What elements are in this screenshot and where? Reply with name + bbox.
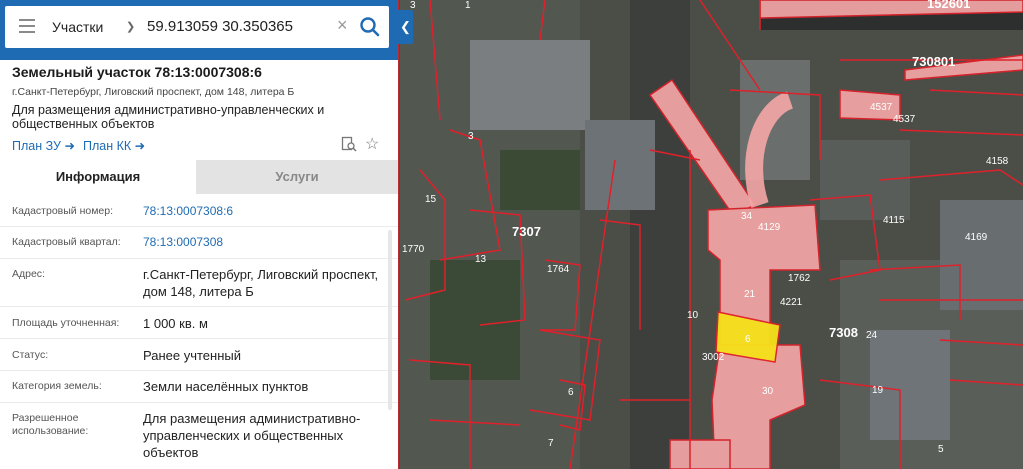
arrow-right-icon: ➜ bbox=[134, 139, 146, 153]
document-search-icon[interactable] bbox=[341, 136, 357, 152]
quarter-label: 7307 bbox=[512, 224, 541, 239]
detail-label: Разрешенное использование: bbox=[12, 412, 88, 438]
detail-row-permitted-use: Разрешенное использование: Для размещени… bbox=[0, 403, 398, 469]
parcel-label: 4537 bbox=[870, 102, 893, 113]
arrow-right-icon: ➜ bbox=[64, 139, 75, 153]
detail-label: Кадастровый номер: bbox=[12, 205, 114, 217]
search-box: Участки ❯ 59.913059 30.350365 × bbox=[5, 6, 389, 48]
star-icon[interactable]: ☆ bbox=[365, 134, 379, 154]
parcel-label: 6 bbox=[745, 334, 751, 345]
hamburger-menu-icon[interactable] bbox=[19, 19, 35, 33]
parcel-label: 1764 bbox=[547, 264, 570, 275]
parcel-label: 4129 bbox=[758, 222, 781, 233]
object-address: г.Санкт-Петербург, Лиговский проспект, д… bbox=[12, 86, 295, 98]
search-bar: Участки ❯ 59.913059 30.350365 × bbox=[0, 0, 398, 60]
parcel-label: 4158 bbox=[986, 156, 1009, 167]
quarter-label: 7308 bbox=[829, 325, 858, 340]
parcel-label: 3 bbox=[468, 131, 474, 142]
status-value: Ранее учтенный bbox=[143, 348, 241, 363]
detail-row-status: Статус: Ранее учтенный bbox=[0, 339, 398, 371]
building-roof bbox=[940, 200, 1023, 310]
parcel-label: 21 bbox=[744, 289, 756, 300]
building-roof bbox=[585, 120, 655, 210]
search-input[interactable]: 59.913059 30.350365 bbox=[147, 18, 293, 35]
tree-area bbox=[500, 150, 580, 210]
detail-label-line: использование: bbox=[12, 425, 89, 437]
permitted-use-line: управленческих и общественных bbox=[143, 428, 344, 443]
address-line: г.Санкт-Петербург, Лиговский проспект, bbox=[143, 267, 379, 282]
detail-label: Категория земель: bbox=[12, 380, 102, 392]
purpose-line: Для размещения административно-управленч… bbox=[12, 103, 325, 117]
parcel-label: 5 bbox=[938, 444, 944, 455]
area-value: 1 000 кв. м bbox=[143, 316, 208, 331]
tab-services[interactable]: Услуги bbox=[196, 160, 398, 194]
detail-label-line: Разрешенное bbox=[12, 412, 79, 424]
address-value: г.Санкт-Петербург, Лиговский проспект, д… bbox=[143, 266, 391, 300]
plan-zu-link[interactable]: План ЗУ ➜ bbox=[12, 138, 75, 153]
parcel-label: 3002 bbox=[702, 352, 725, 363]
chevron-left-icon: ❮ bbox=[400, 19, 411, 34]
permitted-use-value: Для размещения административно- управлен… bbox=[143, 410, 391, 461]
plan-zu-label: План ЗУ bbox=[12, 139, 61, 153]
parcel-label: 1 bbox=[465, 0, 471, 11]
land-category-value: Земли населённых пунктов bbox=[143, 379, 309, 394]
parcel-label: 6 bbox=[568, 387, 574, 398]
detail-label: Адрес: bbox=[12, 268, 45, 280]
search-icon[interactable] bbox=[357, 14, 383, 40]
address-line: дом 148, литера Б bbox=[143, 284, 254, 299]
parcel-label: 1770 bbox=[402, 244, 425, 255]
collapse-panel-button[interactable]: ❮ bbox=[398, 10, 413, 44]
detail-label: Площадь уточненная: bbox=[12, 317, 120, 329]
clear-icon[interactable]: × bbox=[337, 15, 348, 36]
detail-label: Статус: bbox=[12, 349, 49, 361]
permitted-use-line: объектов bbox=[143, 445, 199, 460]
detail-label: Кадастровый квартал: bbox=[12, 236, 121, 248]
detail-row-address: Адрес: г.Санкт-Петербург, Лиговский прос… bbox=[0, 259, 398, 307]
parcel-label: 1762 bbox=[788, 273, 811, 284]
road-ligovsky bbox=[630, 0, 690, 469]
building-roof bbox=[470, 40, 590, 130]
chevron-down-icon[interactable]: ❯ bbox=[126, 20, 135, 33]
parcel-label: 24 bbox=[866, 330, 878, 341]
parcel-label: 15 bbox=[425, 194, 437, 205]
plan-kk-label: План КК bbox=[83, 139, 132, 153]
quarter-label: 152601 bbox=[927, 0, 970, 11]
object-purpose: Для размещения административно-управленч… bbox=[12, 103, 342, 131]
parcel-label: 13 bbox=[475, 254, 487, 265]
cadastral-number-link[interactable]: 78:13:0007308:6 bbox=[143, 203, 391, 220]
parcel-label: 19 bbox=[872, 385, 884, 396]
info-panel: Участки ❯ 59.913059 30.350365 × Земельны… bbox=[0, 0, 398, 469]
panel-scrollbar[interactable] bbox=[388, 230, 392, 410]
parcel-label: 4221 bbox=[780, 297, 803, 308]
quarter-label: 730801 bbox=[912, 54, 955, 69]
detail-row-land-category: Категория земель: Земли населённых пункт… bbox=[0, 371, 398, 403]
parcel-label: 7 bbox=[548, 438, 554, 449]
detail-row-cadastral-number: Кадастровый номер: 78:13:0007308:6 bbox=[0, 196, 398, 227]
parcel-label: 4115 bbox=[883, 215, 905, 226]
detail-row-cadastral-quarter: Кадастровый квартал: 78:13:0007308 bbox=[0, 227, 398, 259]
parcel-label: 34 bbox=[741, 211, 753, 222]
tab-info[interactable]: Информация bbox=[0, 160, 196, 194]
object-title: Земельный участок 78:13:0007308:6 bbox=[12, 64, 262, 80]
permitted-use-line: Для размещения административно- bbox=[143, 411, 361, 426]
tree-area bbox=[430, 260, 520, 380]
detail-row-area: Площадь уточненная: 1 000 кв. м bbox=[0, 307, 398, 339]
purpose-line: общественных объектов bbox=[12, 117, 155, 131]
category-select[interactable]: Участки bbox=[52, 19, 103, 35]
parcel-label: 30 bbox=[762, 386, 774, 397]
parcel-label: 4169 bbox=[965, 232, 988, 243]
plan-kk-link[interactable]: План КК ➜ bbox=[83, 138, 145, 153]
cadastral-quarter-link[interactable]: 78:13:0007308 bbox=[143, 234, 391, 251]
parcel-label: 10 bbox=[687, 310, 699, 321]
parcel-label: 4537 bbox=[893, 114, 916, 125]
